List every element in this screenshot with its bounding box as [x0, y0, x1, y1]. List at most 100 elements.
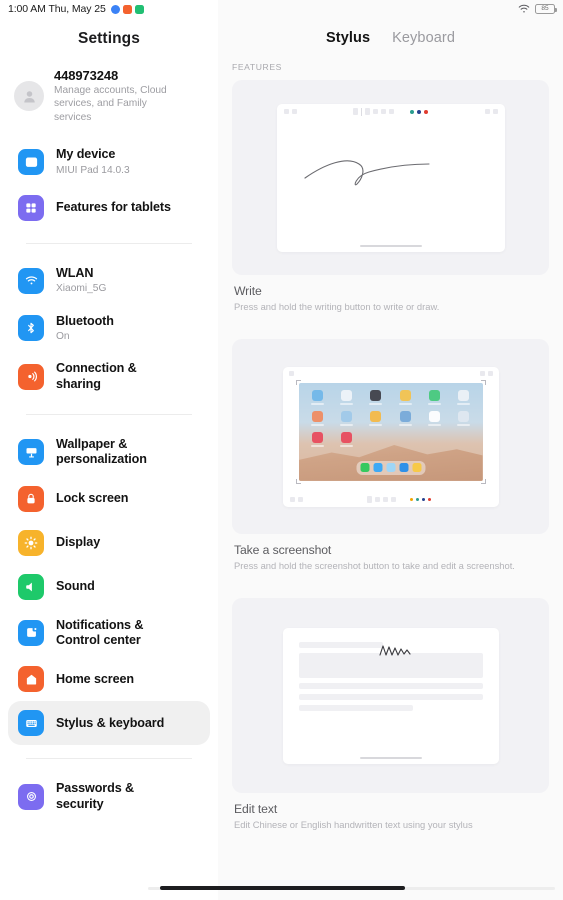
color-dot-teal: [415, 497, 419, 501]
status-clock: 1:00 AM Thu, May 25: [8, 3, 106, 15]
app-grid-cell: [393, 410, 418, 426]
feature-title: Write: [234, 284, 262, 298]
account-texts: 448973248 Manage accounts, Cloud service…: [54, 68, 182, 124]
feature-caption: Take a screenshot Press and hold the scr…: [232, 534, 549, 594]
sidebar-item-label: Stylus & keyboard: [56, 715, 165, 730]
sidebar-item-label: Notifications & Control center: [56, 617, 144, 647]
bluetooth-icon: [18, 315, 44, 342]
lasso-icon: [381, 109, 386, 114]
crop-icon: [374, 496, 380, 502]
tab-keyboard[interactable]: Keyboard: [392, 30, 455, 46]
page-title: Settings: [78, 30, 140, 47]
homescreen-preview: [298, 382, 483, 481]
sidebar-item-label: Bluetooth: [56, 313, 114, 328]
feature-caption: Write Press and hold the writing button …: [232, 275, 549, 335]
sidebar-item-display[interactable]: Display: [8, 521, 210, 565]
status-indicators: 85: [518, 4, 557, 14]
home-indicator: [359, 244, 422, 247]
redo-icon: [291, 109, 297, 114]
home-indicator: [359, 756, 422, 759]
sidebar-item-bluetooth[interactable]: Bluetooth On: [8, 305, 210, 353]
section-label-features: FEATURES: [232, 62, 283, 72]
keyboard-icon: [18, 710, 44, 737]
text-icon: [382, 496, 388, 502]
pen-icon: [353, 108, 358, 115]
row-texts: Sound: [56, 579, 95, 594]
row-texts: Home screen: [56, 672, 134, 687]
dock: [356, 460, 425, 475]
sidebar-item-wallpaper[interactable]: Wallpaper & personalization: [8, 428, 210, 477]
color-dot-navy: [417, 109, 421, 114]
row-texts: Wallpaper & personalization: [56, 437, 181, 468]
crop-handle: [480, 478, 486, 484]
done-icon: [492, 109, 498, 114]
speaker-icon: [18, 573, 44, 600]
battery-level: 85: [541, 4, 549, 12]
wifi-icon: [18, 267, 44, 294]
sidebar-item-features-for-tablets[interactable]: Features for tablets: [8, 186, 210, 230]
shape-icon: [389, 109, 394, 114]
save-icon: [487, 370, 493, 376]
app-icon-green[interactable]: [134, 4, 144, 14]
app-grid-cell: [451, 410, 476, 426]
sidebar-item-sound[interactable]: Sound: [8, 565, 210, 609]
feature-screenshot[interactable]: Take a screenshot Press and hold the scr…: [232, 339, 549, 594]
sidebar-item-account[interactable]: 448973248 Manage accounts, Cloud service…: [8, 62, 210, 130]
sidebar-item-lock-screen[interactable]: Lock screen: [8, 477, 210, 521]
undo-icon: [289, 496, 295, 502]
sidebar-item-stylus-keyboard[interactable]: Stylus & keyboard: [8, 701, 210, 746]
sidebar-item-my-device[interactable]: My device MIUI Pad 14.0.3: [8, 138, 210, 186]
feature-subtitle: Press and hold the writing button to wri…: [234, 301, 440, 312]
sidebar-list: 448973248 Manage accounts, Cloud service…: [0, 62, 218, 821]
crop-handle: [480, 379, 486, 385]
sidebar-item-label: Display: [56, 534, 101, 549]
row-texts: Notifications & Control center: [56, 618, 181, 649]
share-icon: [479, 370, 485, 376]
wifi-icon: [518, 4, 530, 14]
app-grid-cell: [305, 431, 330, 447]
sidebar-item-home-screen[interactable]: Home screen: [8, 657, 210, 701]
row-texts: My device MIUI Pad 14.0.3: [56, 147, 130, 177]
panel-tabs: Stylus Keyboard: [218, 18, 563, 62]
text-placeholder-lines: [283, 628, 499, 711]
sidebar-item-notifications[interactable]: Notifications & Control center: [8, 609, 210, 658]
dock-icon: [412, 463, 421, 473]
placeholder-line: [298, 641, 384, 648]
app-icon-orange[interactable]: [122, 4, 132, 14]
sidebar-item-passwords-security[interactable]: Passwords & security: [8, 772, 210, 821]
row-texts: Stylus & keyboard: [56, 716, 164, 731]
crop-handle: [295, 379, 301, 385]
dock-icon: [386, 463, 395, 473]
tab-stylus[interactable]: Stylus: [326, 30, 370, 46]
feature-edit-text[interactable]: Edit text Edit Chinese or English handwr…: [232, 598, 549, 853]
row-texts: Display: [56, 535, 100, 550]
status-bar: 1:00 AM Thu, May 25 85: [0, 0, 563, 18]
row-texts: Passwords & security: [56, 781, 176, 812]
feature-title: Edit text: [234, 802, 278, 817]
pen-icon: [366, 495, 372, 503]
brightness-icon: [18, 529, 44, 556]
app-icon-blue[interactable]: [110, 4, 120, 14]
back-icon: [288, 370, 294, 376]
sidebar-item-wlan[interactable]: WLAN Xiaomi_5G: [8, 257, 210, 305]
app-grid: [305, 389, 477, 447]
divider: [26, 758, 192, 760]
app-grid-cell: [363, 410, 388, 426]
placeholder-line: [298, 682, 483, 689]
settings-sidebar: Settings 448973248 Manage accounts, Clou…: [0, 0, 218, 900]
device-mock: [276, 103, 505, 252]
account-subtitle: Manage accounts, Cloud services, and Fam…: [54, 85, 167, 123]
row-texts: Connection & sharing: [56, 361, 176, 392]
sidebar-item-connection-sharing[interactable]: Connection & sharing: [8, 352, 210, 401]
home-indicator[interactable]: [160, 886, 405, 890]
undo-icon: [283, 109, 289, 114]
feature-write[interactable]: Write Press and hold the writing button …: [232, 80, 549, 335]
fingerprint-shield-icon: [18, 783, 44, 810]
more-icon: [484, 109, 490, 114]
feature-title: Take a screenshot: [234, 543, 332, 558]
tablet-settings-screen: Settings 448973248 Manage accounts, Clou…: [0, 0, 563, 900]
feature-subtitle: Press and hold the screenshot button to …: [234, 560, 515, 572]
sidebar-item-sub: On: [56, 330, 70, 342]
divider: [26, 242, 192, 244]
feature-card-list: Write Press and hold the writing button …: [218, 80, 563, 854]
